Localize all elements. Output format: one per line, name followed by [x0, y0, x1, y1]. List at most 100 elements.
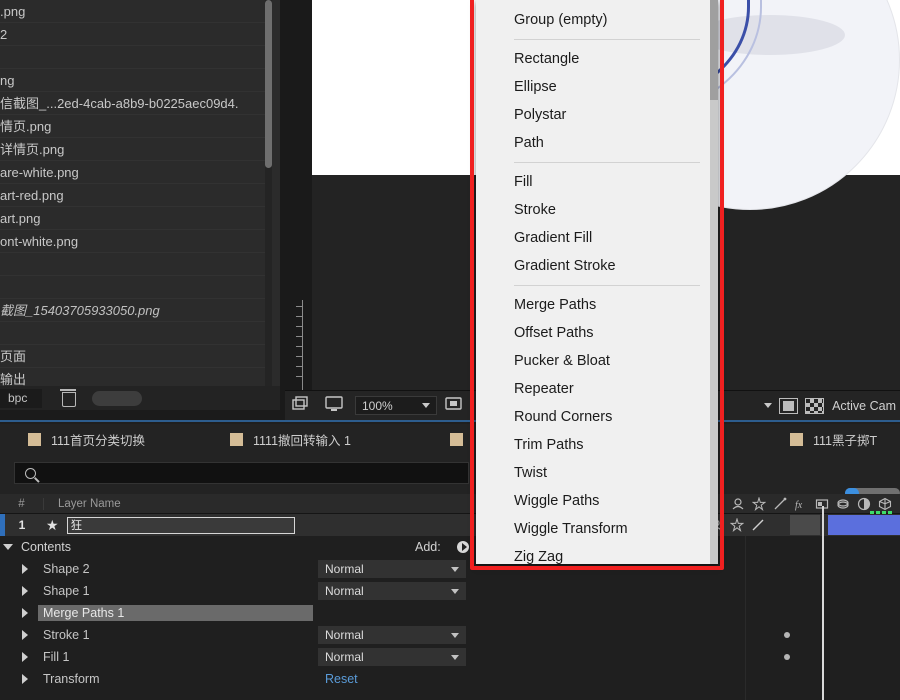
menu-item[interactable]: Gradient Fill [476, 224, 710, 252]
region-of-interest-icon[interactable] [779, 397, 799, 414]
composition-tab[interactable]: 111黑子掷T [790, 430, 877, 449]
project-scrollbar-thumb[interactable] [265, 0, 272, 168]
shape-property-row[interactable]: Merge Paths 1 [0, 602, 900, 624]
bit-depth-label[interactable]: bpc [0, 388, 42, 408]
project-file-item[interactable] [0, 276, 266, 299]
playhead[interactable] [822, 506, 824, 700]
layer-name-input[interactable]: 狂 [66, 516, 295, 534]
project-file-item[interactable]: 信截图_...2ed-4cab-a8b9-b0225aec09d4. [0, 92, 266, 115]
menu-item[interactable]: Merge Paths [476, 291, 710, 319]
shape-property-row[interactable]: Stroke 1 Normal [0, 624, 900, 646]
menu-item[interactable]: Zig Zag [476, 543, 710, 571]
menu-item[interactable]: Stroke [476, 196, 710, 224]
keyframe-dot[interactable] [784, 632, 790, 638]
layer-duration-bar[interactable] [828, 515, 900, 535]
shy-icon[interactable] [731, 497, 745, 511]
adjustment-layer-icon[interactable] [857, 497, 871, 511]
shape-property-name: Transform [43, 672, 100, 686]
disclosure-triangle-right-icon[interactable] [22, 586, 28, 596]
timeline-search-bar: ):00s [0, 454, 900, 528]
composition-tab[interactable] [450, 432, 473, 446]
project-file-item[interactable]: ont-white.png [0, 230, 266, 253]
menu-item[interactable]: Twist [476, 459, 710, 487]
menu-item[interactable]: Path [476, 129, 710, 157]
render-queue-icon[interactable] [291, 395, 317, 417]
shape-property-row[interactable]: Transform Reset [0, 668, 900, 690]
project-file-item[interactable]: are-white.png [0, 161, 266, 184]
project-file-item[interactable]: 详情页.png [0, 138, 266, 161]
composition-tab-label: 1111撤回转输入 1 [253, 433, 351, 448]
shape-property-row[interactable]: Shape 1 Normal [0, 580, 900, 602]
zoom-level-select[interactable]: 100% [355, 396, 437, 415]
project-file-item[interactable]: .png [0, 0, 266, 23]
composition-tab-label: 111首页分类切换 [51, 433, 146, 448]
disclosure-triangle-right-icon[interactable] [22, 674, 28, 684]
disclosure-triangle-right-icon[interactable] [22, 630, 28, 640]
disclosure-triangle-right-icon[interactable] [22, 652, 28, 662]
menu-item[interactable]: Wiggle Paths [476, 487, 710, 515]
menu-item[interactable]: Ellipse [476, 73, 710, 101]
project-file-item[interactable]: art.png [0, 207, 266, 230]
contents-row[interactable]: Contents Add: [0, 536, 900, 558]
project-file-item[interactable]: 截图_15403705933050.png [0, 299, 266, 322]
disclosure-triangle-down-icon[interactable] [3, 544, 13, 550]
menu-item[interactable]: Trim Paths [476, 431, 710, 459]
menu-item[interactable]: Repeater [476, 375, 710, 403]
reset-link[interactable]: Reset [325, 672, 358, 686]
vertical-ruler [288, 300, 306, 390]
menu-item[interactable]: Offset Paths [476, 319, 710, 347]
fit-to-window-icon[interactable] [443, 395, 469, 417]
project-file-item[interactable]: art-red.png [0, 184, 266, 207]
disclosure-triangle-right-icon[interactable] [22, 564, 28, 574]
project-file-item[interactable] [0, 253, 266, 276]
chevron-down-icon [451, 588, 459, 594]
quality-icon[interactable] [751, 495, 767, 511]
project-file-item[interactable]: ng [0, 69, 266, 92]
search-input[interactable] [14, 462, 469, 484]
context-menu-scrollbar[interactable] [710, 0, 718, 564]
composition-tab[interactable]: 111首页分类切换 [28, 430, 145, 449]
menu-item[interactable]: Gradient Stroke [476, 252, 710, 280]
menu-item[interactable]: Polystar [476, 101, 710, 129]
shape-property-row[interactable]: Fill 1 Normal [0, 646, 900, 668]
project-file-item[interactable] [0, 322, 266, 345]
project-file-list[interactable]: .png 2 ng 信截图_...2ed-4cab-a8b9-b0225aec09d… [0, 0, 266, 391]
keyframe-dot[interactable] [784, 654, 790, 660]
menu-item[interactable]: Fill [476, 168, 710, 196]
project-file-item[interactable]: 2 [0, 23, 266, 46]
menu-item[interactable]: Pucker & Bloat [476, 347, 710, 375]
add-arrow-icon[interactable] [457, 541, 469, 553]
3d-layer-icon[interactable] [878, 497, 892, 511]
layer-bar-head[interactable] [790, 515, 820, 535]
transparency-grid-icon[interactable] [805, 397, 825, 414]
project-file-item[interactable]: 页面 [0, 345, 266, 368]
composition-tab[interactable]: 1111撤回转输入 1 [230, 430, 351, 449]
star-icon[interactable]: ★ [46, 517, 59, 534]
project-file-item[interactable] [0, 46, 266, 69]
layer-index: 1 [18, 518, 26, 532]
blend-mode-value: Normal [325, 562, 364, 576]
project-scrollbar[interactable] [265, 0, 272, 395]
blend-mode-select[interactable]: Normal [318, 626, 466, 644]
add-shape-context-menu[interactable]: Group (empty) Rectangle Ellipse Polystar Pat… [476, 0, 718, 565]
fx-icon[interactable]: fx [794, 497, 808, 511]
blend-mode-select[interactable]: Normal [318, 560, 466, 578]
blend-mode-select[interactable]: Normal [318, 648, 466, 666]
shape-property-row[interactable]: Shape 2 Normal [0, 558, 900, 580]
monitor-icon[interactable] [323, 395, 349, 417]
menu-item[interactable]: Wiggle Transform [476, 515, 710, 543]
menu-item[interactable]: Round Corners [476, 403, 710, 431]
menu-item[interactable]: Rectangle [476, 45, 710, 73]
context-menu-scrollbar-thumb[interactable] [710, 0, 718, 100]
blend-mode-select[interactable]: Normal [318, 582, 466, 600]
disclosure-triangle-right-icon[interactable] [22, 608, 28, 618]
project-file-item[interactable]: 情页.png [0, 115, 266, 138]
shape-property-name: Fill 1 [43, 650, 70, 664]
menu-item[interactable]: Group (empty) [476, 6, 710, 34]
motion-blur-icon[interactable] [836, 497, 850, 511]
chevron-down-icon[interactable] [764, 403, 773, 408]
active-camera-label[interactable]: Active Cam [832, 399, 896, 413]
effects-icon[interactable] [773, 497, 787, 511]
trash-icon[interactable] [56, 388, 80, 408]
project-footer-pill[interactable] [92, 390, 142, 406]
